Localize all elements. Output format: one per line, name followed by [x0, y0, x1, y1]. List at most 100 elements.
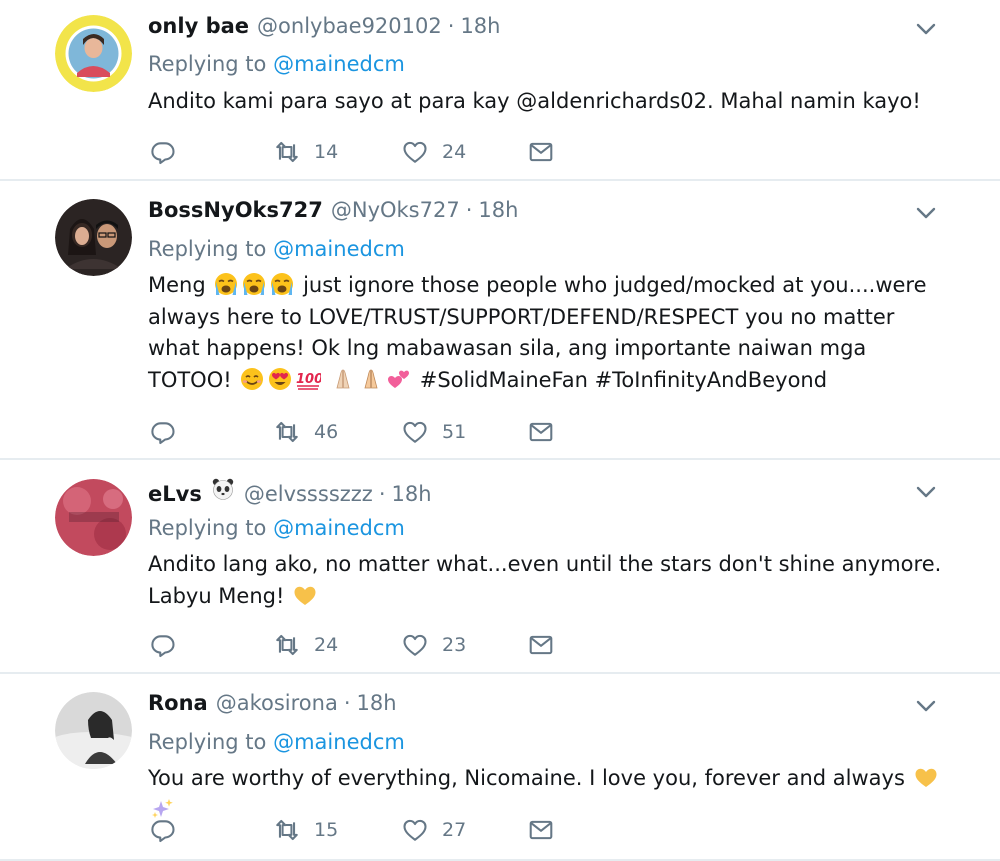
reply-icon: [150, 817, 176, 843]
envelope-icon: [528, 632, 554, 658]
avatar[interactable]: [55, 15, 132, 92]
chevron-down-icon[interactable]: [916, 22, 936, 36]
replying-to: Replying to @mainedcm: [148, 237, 405, 261]
heart-icon: [402, 139, 428, 165]
folded-hands-icon: [330, 367, 356, 391]
like-button[interactable]: 23: [402, 632, 466, 658]
reply-button[interactable]: [150, 632, 176, 658]
timestamp[interactable]: 18h: [357, 691, 397, 715]
retweet-button[interactable]: 15: [274, 817, 338, 843]
envelope-icon: [528, 817, 554, 843]
retweet-button[interactable]: 24: [274, 632, 338, 658]
replying-mention-link[interactable]: @mainedcm: [273, 237, 405, 261]
like-button[interactable]: 24: [402, 139, 466, 165]
display-name[interactable]: only bae: [148, 14, 249, 38]
loudly-crying-face-icon: [269, 272, 295, 296]
reply-button[interactable]: [150, 817, 176, 843]
replying-to: Replying to @mainedcm: [148, 516, 405, 540]
replying-to: Replying to @mainedcm: [148, 52, 405, 76]
timestamp[interactable]: 18h: [392, 482, 432, 506]
retweet-count: 46: [314, 421, 339, 443]
heart-eyes-face-icon: [267, 367, 293, 391]
user-handle[interactable]: @elvsssszzz: [244, 482, 373, 506]
smiling-face-icon: [239, 367, 265, 391]
retweet-button[interactable]: 14: [274, 139, 338, 165]
direct-message-button[interactable]: [528, 817, 554, 843]
reply-button[interactable]: [150, 419, 176, 445]
yellow-heart-icon: [913, 765, 939, 789]
direct-message-button[interactable]: [528, 632, 554, 658]
two-hearts-icon: [386, 367, 412, 391]
user-handle[interactable]: @akosirona: [216, 691, 338, 715]
reply-icon: [150, 632, 176, 658]
reply-feed: only bae @onlybae920102 · 18h Replying t…: [0, 0, 1000, 861]
timestamp[interactable]: 18h: [460, 14, 500, 38]
yellow-heart-icon: [292, 583, 318, 607]
retweet-button[interactable]: 46: [274, 419, 338, 445]
reply-icon: [150, 139, 176, 165]
profile-photo-red-floral-icon: [55, 479, 132, 556]
envelope-icon: [528, 139, 554, 165]
tweet-text: Andito lang ako, no matter what...even u…: [148, 549, 948, 612]
reply-icon: [150, 419, 176, 445]
profile-photo-yellow-badge-icon: [55, 15, 132, 92]
replying-label: Replying to: [148, 516, 267, 540]
like-button[interactable]: 51: [402, 419, 466, 445]
text-segment: You are worthy of everything, Nicomaine.…: [148, 766, 905, 790]
heart-icon: [402, 817, 428, 843]
loudly-crying-face-icon: [213, 272, 239, 296]
replying-mention-link[interactable]: @mainedcm: [273, 516, 405, 540]
retweet-count: 14: [314, 141, 339, 163]
like-count: 23: [442, 634, 467, 656]
reply-button[interactable]: [150, 139, 176, 165]
tweet[interactable]: only bae @onlybae920102 · 18h Replying t…: [0, 0, 1000, 181]
hundred-points-icon: [295, 367, 321, 391]
text-segment: Andito lang ako, no matter what...even u…: [148, 552, 942, 608]
tweet-text: Meng just ignore those people who judged…: [148, 270, 948, 396]
separator-dot: ·: [465, 198, 473, 222]
tweet[interactable]: BossNyOks727 @NyOks727 · 18h Replying to…: [0, 181, 1000, 460]
display-name[interactable]: eLvs: [148, 482, 202, 506]
replying-label: Replying to: [148, 237, 267, 261]
avatar[interactable]: [55, 692, 132, 769]
heart-icon: [402, 632, 428, 658]
chevron-down-icon[interactable]: [916, 206, 936, 220]
display-name[interactable]: BossNyOks727: [148, 198, 323, 222]
tweet-actions: 24 23: [150, 632, 570, 662]
panda-face-icon: [210, 477, 236, 501]
tweet-text: Andito kami para sayo at para kay @alden…: [148, 89, 921, 113]
like-count: 27: [442, 819, 467, 841]
replying-mention-link[interactable]: @mainedcm: [273, 52, 405, 76]
retweet-count: 15: [314, 819, 339, 841]
separator-dot: ·: [378, 482, 386, 506]
replying-mention-link[interactable]: @mainedcm: [273, 730, 405, 754]
chevron-down-icon[interactable]: [916, 699, 936, 713]
separator-dot: ·: [343, 691, 351, 715]
tweet[interactable]: Rona @akosirona · 18h Replying to @maine…: [0, 674, 1000, 861]
retweet-icon: [274, 419, 300, 445]
like-count: 24: [442, 141, 467, 163]
replying-label: Replying to: [148, 52, 267, 76]
like-button[interactable]: 27: [402, 817, 466, 843]
like-count: 51: [442, 421, 467, 443]
avatar[interactable]: [55, 199, 132, 276]
tweet-actions: 14 24: [150, 139, 570, 169]
tweet[interactable]: eLvs @elvsssszzz · 18h Replying to @main…: [0, 460, 1000, 674]
avatar[interactable]: [55, 479, 132, 556]
user-handle[interactable]: @onlybae920102: [257, 14, 442, 38]
tweet-actions: 46 51: [150, 419, 570, 449]
timestamp[interactable]: 18h: [478, 198, 518, 222]
direct-message-button[interactable]: [528, 139, 554, 165]
profile-photo-monochrome-icon: [55, 692, 132, 769]
hashtags[interactable]: #SolidMaineFan #ToInfinityAndBeyond: [420, 368, 827, 392]
chevron-down-icon[interactable]: [916, 485, 936, 499]
text-segment: Meng: [148, 273, 206, 297]
tweet-actions: 15 27: [150, 817, 570, 847]
loudly-crying-face-icon: [241, 272, 267, 296]
user-handle[interactable]: @NyOks727: [331, 198, 460, 222]
retweet-icon: [274, 139, 300, 165]
heart-icon: [402, 419, 428, 445]
display-name[interactable]: Rona: [148, 691, 208, 715]
direct-message-button[interactable]: [528, 419, 554, 445]
folded-hands-icon: [358, 367, 384, 391]
